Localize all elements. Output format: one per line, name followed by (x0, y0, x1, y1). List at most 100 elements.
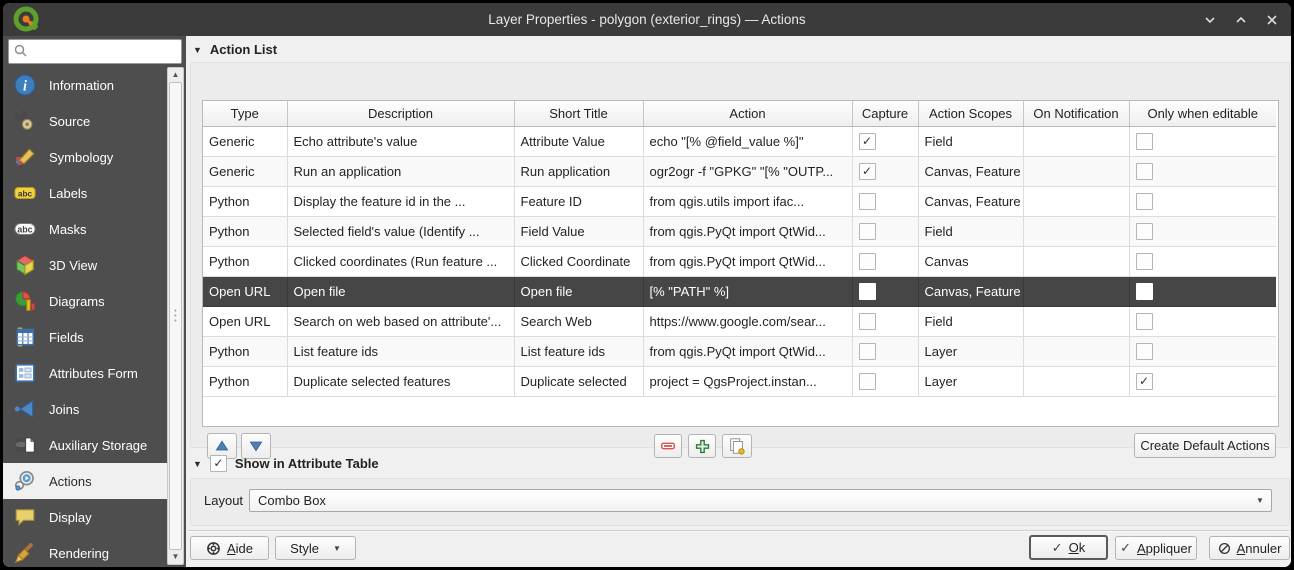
action-row[interactable]: PythonDuplicate selected featuresDuplica… (203, 367, 1276, 397)
cell-scopes[interactable]: Canvas, Feature (918, 187, 1023, 217)
only-editable-checkbox[interactable] (1136, 223, 1153, 240)
cell-action[interactable]: echo "[% @field_value %]" (643, 127, 852, 157)
cell-short-title[interactable]: Clicked Coordinate (514, 247, 643, 277)
cell-action[interactable]: ogr2ogr -f "GPKG" "[% "OUTP... (643, 157, 852, 187)
cell-type[interactable]: Open URL (203, 277, 287, 307)
action-row[interactable]: GenericRun an applicationRun application… (203, 157, 1276, 187)
ok-button[interactable]: ✓ Ok (1029, 535, 1108, 560)
cell-on-notification[interactable] (1023, 127, 1129, 157)
cell-on-notification[interactable] (1023, 307, 1129, 337)
cell-type[interactable]: Python (203, 337, 287, 367)
cell-type[interactable]: Python (203, 247, 287, 277)
cell-type[interactable]: Python (203, 367, 287, 397)
cell-capture[interactable] (852, 187, 918, 217)
sidebar-item-diagrams[interactable]: Diagrams (3, 283, 168, 319)
duplicate-action-button[interactable] (722, 434, 752, 458)
cell-capture[interactable] (852, 127, 918, 157)
cell-only-editable[interactable] (1129, 187, 1276, 217)
collapse-triangle-icon[interactable]: ▼ (193, 459, 202, 469)
cell-description[interactable]: Clicked coordinates (Run feature ... (287, 247, 514, 277)
cell-description[interactable]: Duplicate selected features (287, 367, 514, 397)
minimize-button[interactable] (1199, 9, 1221, 31)
column-header-action[interactable]: Action (643, 101, 852, 127)
column-header-capture[interactable]: Capture (852, 101, 918, 127)
cell-capture[interactable] (852, 217, 918, 247)
action-row[interactable]: PythonList feature idsList feature idsfr… (203, 337, 1276, 367)
scroll-down-icon[interactable]: ▼ (168, 551, 183, 563)
cancel-button[interactable]: Annuler (1209, 536, 1290, 560)
capture-checkbox[interactable] (859, 313, 876, 330)
cell-action[interactable]: from qgis.PyQt import QtWid... (643, 247, 852, 277)
cell-capture[interactable] (852, 337, 918, 367)
only-editable-checkbox[interactable] (1136, 313, 1153, 330)
show-in-attribute-table-checkbox[interactable] (210, 455, 227, 472)
sidebar-item-masks[interactable]: abcMasks (3, 211, 168, 247)
cell-scopes[interactable]: Layer (918, 337, 1023, 367)
search-input[interactable] (27, 44, 181, 59)
sidebar-item-source[interactable]: Source (3, 103, 168, 139)
maximize-button[interactable] (1230, 9, 1252, 31)
cell-capture[interactable] (852, 307, 918, 337)
action-row[interactable]: Open URLSearch on web based on attribute… (203, 307, 1276, 337)
cell-capture[interactable] (852, 277, 918, 307)
remove-action-button[interactable] (654, 434, 682, 458)
cell-description[interactable]: Search on web based on attribute'... (287, 307, 514, 337)
cell-action[interactable]: from qgis.utils import ifac... (643, 187, 852, 217)
sidebar-scrollbar[interactable]: ▲ ••• ▼ (167, 67, 184, 565)
cell-only-editable[interactable] (1129, 367, 1276, 397)
sidebar-item-fields[interactable]: Fields (3, 319, 168, 355)
cell-only-editable[interactable] (1129, 127, 1276, 157)
cell-scopes[interactable]: Layer (918, 367, 1023, 397)
action-row[interactable]: GenericEcho attribute's valueAttribute V… (203, 127, 1276, 157)
only-editable-checkbox[interactable] (1136, 193, 1153, 210)
cell-action[interactable]: from qgis.PyQt import QtWid... (643, 217, 852, 247)
sidebar-search[interactable] (8, 39, 182, 64)
cell-scopes[interactable]: Canvas, Feature (918, 157, 1023, 187)
column-header-description[interactable]: Description (287, 101, 514, 127)
cell-short-title[interactable]: Run application (514, 157, 643, 187)
cell-short-title[interactable]: Field Value (514, 217, 643, 247)
sidebar-item-information[interactable]: iInformation (3, 67, 168, 103)
column-header-only-when-editable[interactable]: Only when editable (1129, 101, 1276, 127)
cell-type[interactable]: Generic (203, 127, 287, 157)
add-action-button[interactable] (688, 434, 716, 458)
only-editable-checkbox[interactable] (1136, 283, 1153, 300)
cell-description[interactable]: Open file (287, 277, 514, 307)
scrollbar-handle[interactable]: ••• (169, 82, 182, 550)
sidebar-item-display[interactable]: Display (3, 499, 168, 535)
cell-short-title[interactable]: Open file (514, 277, 643, 307)
cell-only-editable[interactable] (1129, 217, 1276, 247)
help-button[interactable]: Aide (190, 536, 269, 560)
cell-only-editable[interactable] (1129, 307, 1276, 337)
capture-checkbox[interactable] (859, 343, 876, 360)
cell-on-notification[interactable] (1023, 277, 1129, 307)
cell-only-editable[interactable] (1129, 337, 1276, 367)
cell-type[interactable]: Python (203, 187, 287, 217)
cell-action[interactable]: [% "PATH" %] (643, 277, 852, 307)
only-editable-checkbox[interactable] (1136, 133, 1153, 150)
cell-on-notification[interactable] (1023, 337, 1129, 367)
capture-checkbox[interactable] (859, 283, 876, 300)
cell-short-title[interactable]: Feature ID (514, 187, 643, 217)
cell-type[interactable]: Open URL (203, 307, 287, 337)
sidebar-item-symbology[interactable]: Symbology (3, 139, 168, 175)
cell-on-notification[interactable] (1023, 217, 1129, 247)
cell-on-notification[interactable] (1023, 157, 1129, 187)
sidebar-item-3d-view[interactable]: 3D View (3, 247, 168, 283)
action-row[interactable]: Open URLOpen fileOpen file[% "PATH" %]Ca… (203, 277, 1276, 307)
cell-action[interactable]: https://www.google.com/sear... (643, 307, 852, 337)
cell-only-editable[interactable] (1129, 247, 1276, 277)
cell-short-title[interactable]: Duplicate selected (514, 367, 643, 397)
cell-only-editable[interactable] (1129, 157, 1276, 187)
action-row[interactable]: PythonSelected field's value (Identify .… (203, 217, 1276, 247)
sidebar-item-rendering[interactable]: Rendering (3, 535, 168, 567)
capture-checkbox[interactable] (859, 373, 876, 390)
only-editable-checkbox[interactable] (1136, 343, 1153, 360)
style-button[interactable]: Style ▼ (275, 536, 356, 560)
cell-capture[interactable] (852, 247, 918, 277)
sidebar-item-actions[interactable]: Actions (3, 463, 168, 499)
sidebar-item-attributes-form[interactable]: Attributes Form (3, 355, 168, 391)
sidebar-item-labels[interactable]: abcLabels (3, 175, 168, 211)
apply-button[interactable]: ✓ Appliquer (1115, 536, 1197, 560)
cell-capture[interactable] (852, 367, 918, 397)
